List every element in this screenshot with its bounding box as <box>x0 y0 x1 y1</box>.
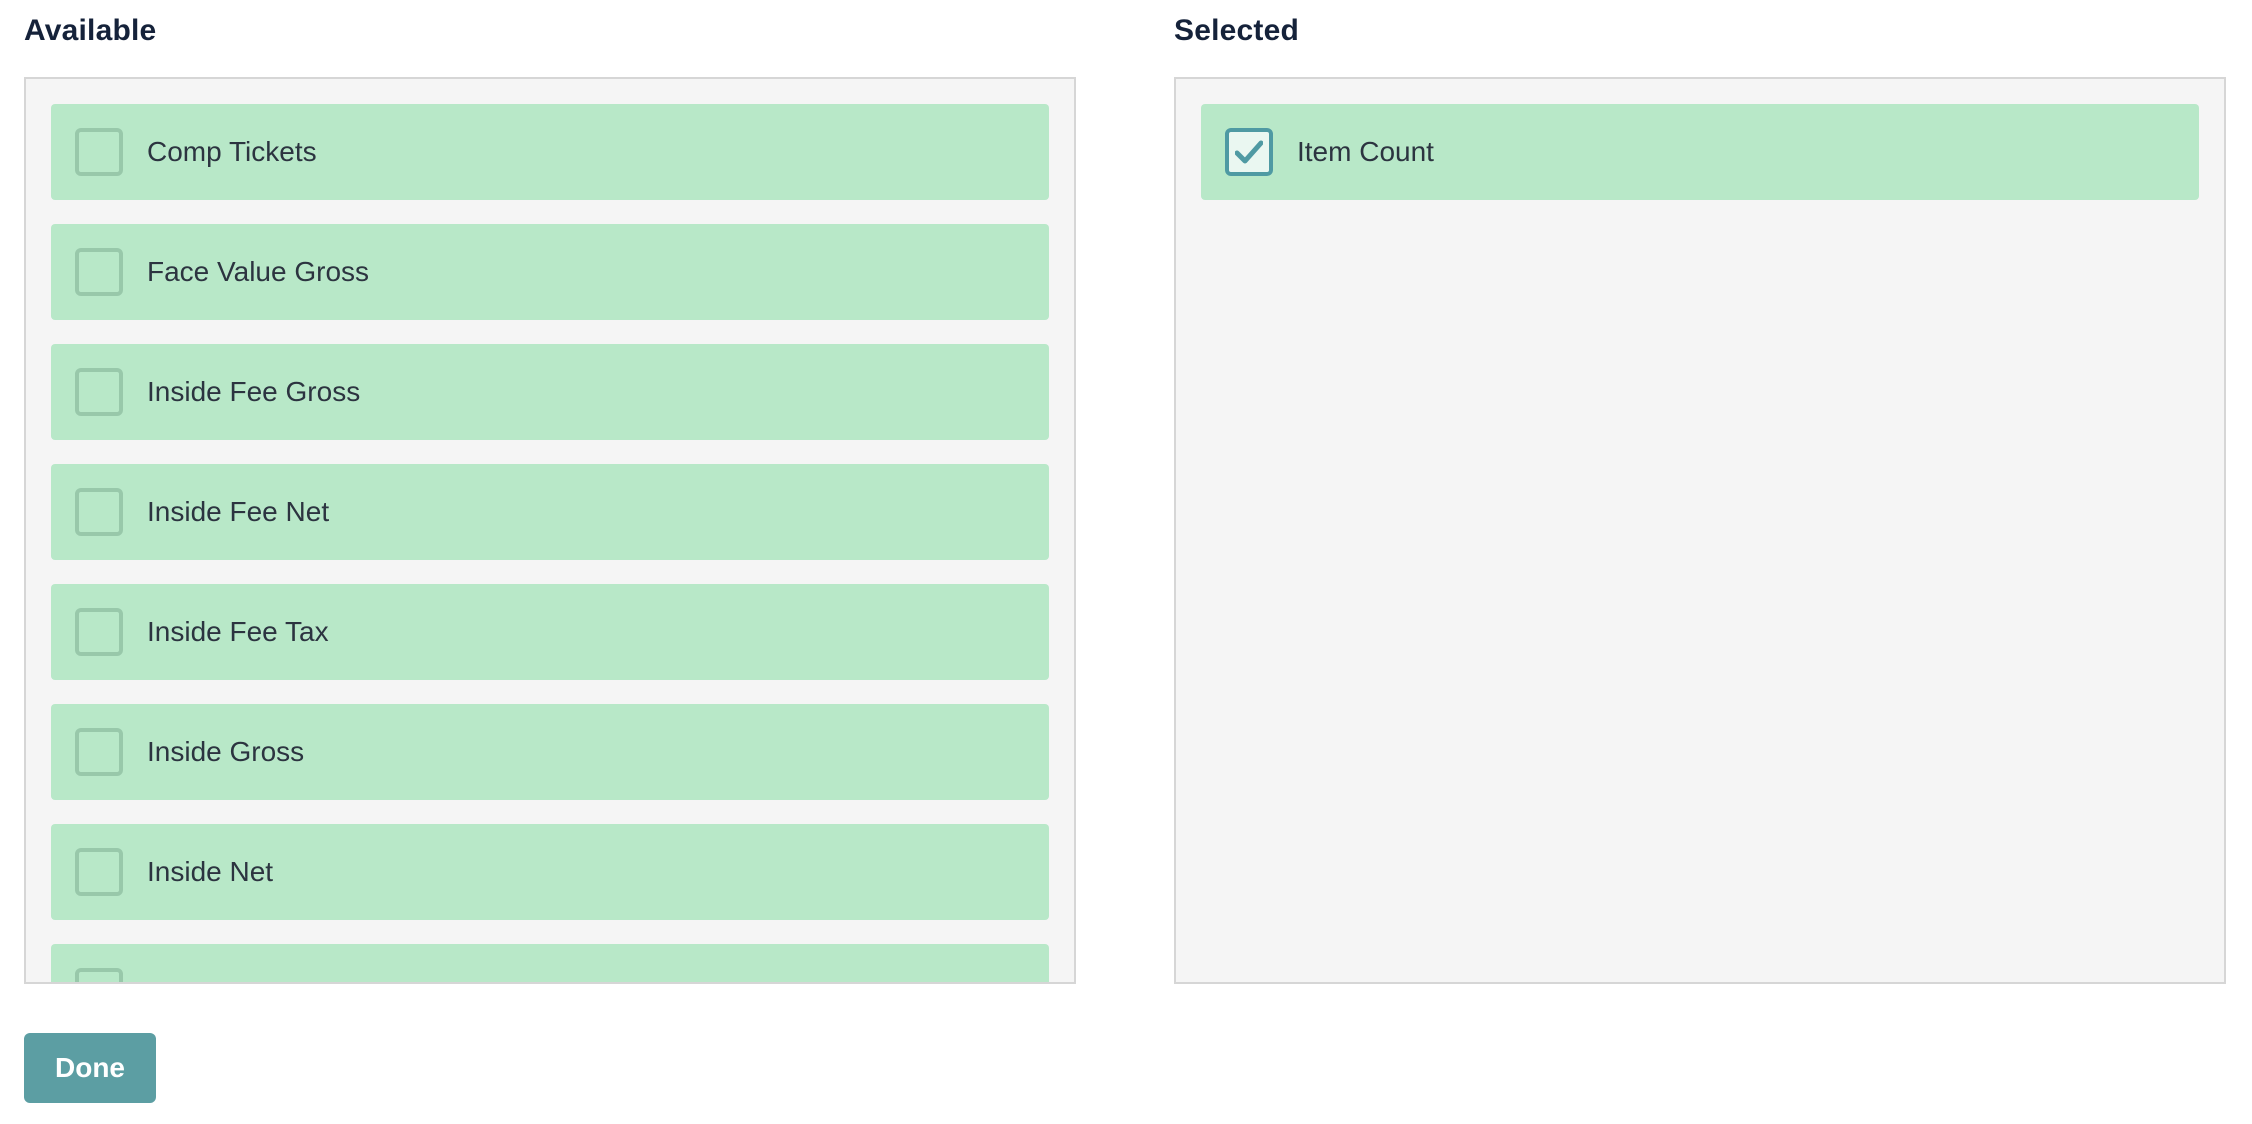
unchecked-checkbox[interactable] <box>75 968 123 982</box>
available-list-panel[interactable]: Comp Tickets Face Value Gross Inside Fee… <box>24 77 1076 984</box>
list-item-label: Inside Fee Tax <box>147 616 329 647</box>
unchecked-checkbox[interactable] <box>75 488 123 536</box>
available-title: Available <box>24 14 157 47</box>
list-item-label: Inside Net <box>147 856 274 887</box>
available-item-inside-net[interactable]: Inside Net <box>51 824 1049 920</box>
selected-list-panel[interactable]: Item Count <box>1174 77 2226 984</box>
unchecked-checkbox[interactable] <box>75 608 123 656</box>
unchecked-checkbox[interactable] <box>75 368 123 416</box>
list-item-label: Inside Gross <box>147 736 305 767</box>
available-item-inside-fee-gross[interactable]: Inside Fee Gross <box>51 344 1049 440</box>
unchecked-checkbox[interactable] <box>75 248 123 296</box>
available-item-face-value-gross[interactable]: Face Value Gross <box>51 224 1049 320</box>
selected-title: Selected <box>1174 14 1299 47</box>
list-item-label: Comp Tickets <box>147 136 317 167</box>
selected-item-item-count[interactable]: Item Count <box>1201 104 2199 200</box>
done-button[interactable]: Done <box>24 1033 156 1103</box>
list-item-label: Inside Fee Gross <box>147 376 361 407</box>
unchecked-checkbox[interactable] <box>75 848 123 896</box>
available-item-comp-tickets[interactable]: Comp Tickets <box>51 104 1049 200</box>
unchecked-checkbox[interactable] <box>75 128 123 176</box>
available-item-inside-fee-tax[interactable]: Inside Fee Tax <box>51 584 1049 680</box>
available-item-inside-fee-net[interactable]: Inside Fee Net <box>51 464 1049 560</box>
unchecked-checkbox[interactable] <box>75 728 123 776</box>
list-item-label: Face Value Gross <box>147 256 370 287</box>
available-item-inside-gross[interactable]: Inside Gross <box>51 704 1049 800</box>
available-item-partial[interactable] <box>51 944 1049 982</box>
selected-list: Item Count <box>1201 104 2199 224</box>
checkmark-icon <box>1235 140 1263 164</box>
list-item-label: Item Count <box>1297 136 1434 167</box>
list-item-label: Inside Fee Net <box>147 496 330 527</box>
available-list: Comp Tickets Face Value Gross Inside Fee… <box>51 104 1049 982</box>
checked-checkbox[interactable] <box>1225 128 1273 176</box>
